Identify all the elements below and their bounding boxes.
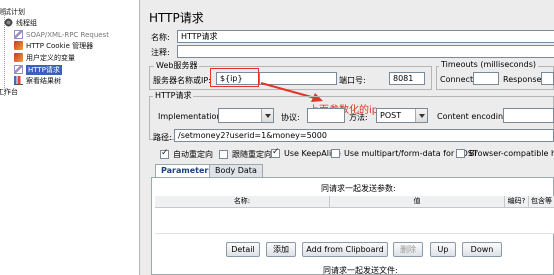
params-table-title: 同请求一起发送参数: <box>321 184 396 193</box>
protocol-field[interactable] <box>307 108 345 123</box>
up-button[interactable]: Up <box>430 242 456 257</box>
tree-item-label: 工作台 <box>0 87 18 96</box>
chevron-down-icon <box>415 109 427 122</box>
timeouts-group-title: Timeouts (milliseconds) <box>439 60 539 69</box>
comment-label: 注释: <box>151 48 170 57</box>
pipette-icon <box>14 30 23 39</box>
tree-item-user-variables[interactable]: 用户定义的变量 <box>14 52 75 63</box>
tree-item-label: 察看结果树 <box>26 76 61 85</box>
params-table-body[interactable] <box>155 208 554 234</box>
tools-icon <box>14 41 23 50</box>
checkbox-box <box>331 149 340 158</box>
test-plan-tree[interactable]: 测试计划 线程组 SOAP/XML-RPC Request HTTP Cooki… <box>0 0 140 275</box>
chart-icon <box>14 76 23 85</box>
content-encoding-field[interactable] <box>503 108 554 123</box>
checkbox-label: Browser-compatible head <box>469 149 554 158</box>
tree-item-label: 用户定义的变量 <box>26 53 75 62</box>
port-label: 端口号: <box>339 76 366 85</box>
add-button[interactable]: 添加 <box>266 242 296 257</box>
path-label: 路径: <box>153 133 172 142</box>
column-header-value[interactable]: 值 <box>330 196 505 208</box>
content-encoding-label: Content encoding: <box>437 112 511 121</box>
follow-redirect-checkbox[interactable]: 跟随重定向 <box>219 149 272 160</box>
column-header-name[interactable]: 名称: <box>155 196 330 208</box>
tree-item-thread-group[interactable]: 线程组 <box>4 17 37 28</box>
tree-item-label: HTTP Cookie 管理器 <box>26 41 94 50</box>
name-label: 名称: <box>151 33 170 42</box>
tree-item-soap-request[interactable]: SOAP/XML-RPC Request <box>14 29 109 40</box>
delete-button[interactable]: 删除 <box>393 242 423 257</box>
column-header-include-equals[interactable]: 包含等于 <box>529 196 554 216</box>
method-value: POST <box>380 111 402 120</box>
tree-item-label: 测试计划 <box>0 7 25 16</box>
tree-item-workbench[interactable]: 工作台 <box>0 86 18 97</box>
tools-icon <box>14 53 23 62</box>
protocol-label: 协议: <box>281 113 300 122</box>
gear-icon <box>4 18 13 27</box>
checkbox-box <box>160 148 169 159</box>
checkbox-label: 自动重定向 <box>173 150 213 159</box>
files-section-title: 同请求一起发送文件: <box>323 266 398 275</box>
tab-body-data[interactable]: Body Data <box>209 164 263 178</box>
browser-compatible-checkbox[interactable]: Browser-compatible head <box>456 149 554 158</box>
pipette-icon <box>14 65 23 74</box>
highlight-box <box>210 68 259 87</box>
tree-item-http-request[interactable]: HTTP请求 <box>14 64 62 75</box>
path-field[interactable]: /setmoney2?userid=1&money=5000 <box>174 129 554 142</box>
server-name-label: 服务器名称或IP: <box>153 76 211 85</box>
web-server-group-title: Web服务器 <box>154 60 200 71</box>
tree-item-test-plan[interactable]: 测试计划 <box>0 6 25 17</box>
method-select[interactable]: POST <box>376 108 428 123</box>
port-field[interactable]: 8081 <box>389 72 425 85</box>
tree-item-label: HTTP请求 <box>26 64 62 75</box>
detail-button[interactable]: Detail <box>226 242 260 257</box>
implementation-select[interactable] <box>218 108 274 123</box>
connect-label: Connect: <box>440 75 476 84</box>
http-request-panel: HTTP请求 名称: HTTP请求 注释: Web服务器 服务器名称或IP: $… <box>141 0 554 275</box>
checkbox-box <box>271 147 280 158</box>
down-button[interactable]: Down <box>462 242 502 257</box>
params-table-header: 名称: 值 编码? 包含等于 <box>155 196 554 216</box>
http-request-group-title: HTTP请求 <box>153 90 194 101</box>
comment-field[interactable] <box>177 45 554 58</box>
page-title: HTTP请求 <box>149 11 204 25</box>
tree-item-cookie-manager[interactable]: HTTP Cookie 管理器 <box>14 40 93 51</box>
tree-item-label: SOAP/XML-RPC Request <box>26 30 109 39</box>
checkbox-label: 跟随重定向 <box>232 150 272 159</box>
response-field[interactable] <box>541 72 554 85</box>
column-header-encode[interactable]: 编码? <box>505 196 529 208</box>
name-field[interactable]: HTTP请求 <box>177 30 554 43</box>
add-from-clipboard-button[interactable]: Add from Clipboard <box>302 242 388 257</box>
checkbox-box <box>219 150 228 159</box>
response-label: Response: <box>503 75 545 84</box>
connect-field[interactable] <box>473 72 499 85</box>
auto-redirect-checkbox[interactable]: 自动重定向 <box>160 148 213 160</box>
method-label: 方法: <box>349 113 368 122</box>
tree-item-label: 线程组 <box>16 18 37 27</box>
tree-item-results-tree[interactable]: 察看结果树 <box>14 75 61 86</box>
checkbox-box <box>456 149 465 158</box>
implementation-label: Implementation: <box>158 112 225 121</box>
chevron-down-icon <box>261 109 273 122</box>
